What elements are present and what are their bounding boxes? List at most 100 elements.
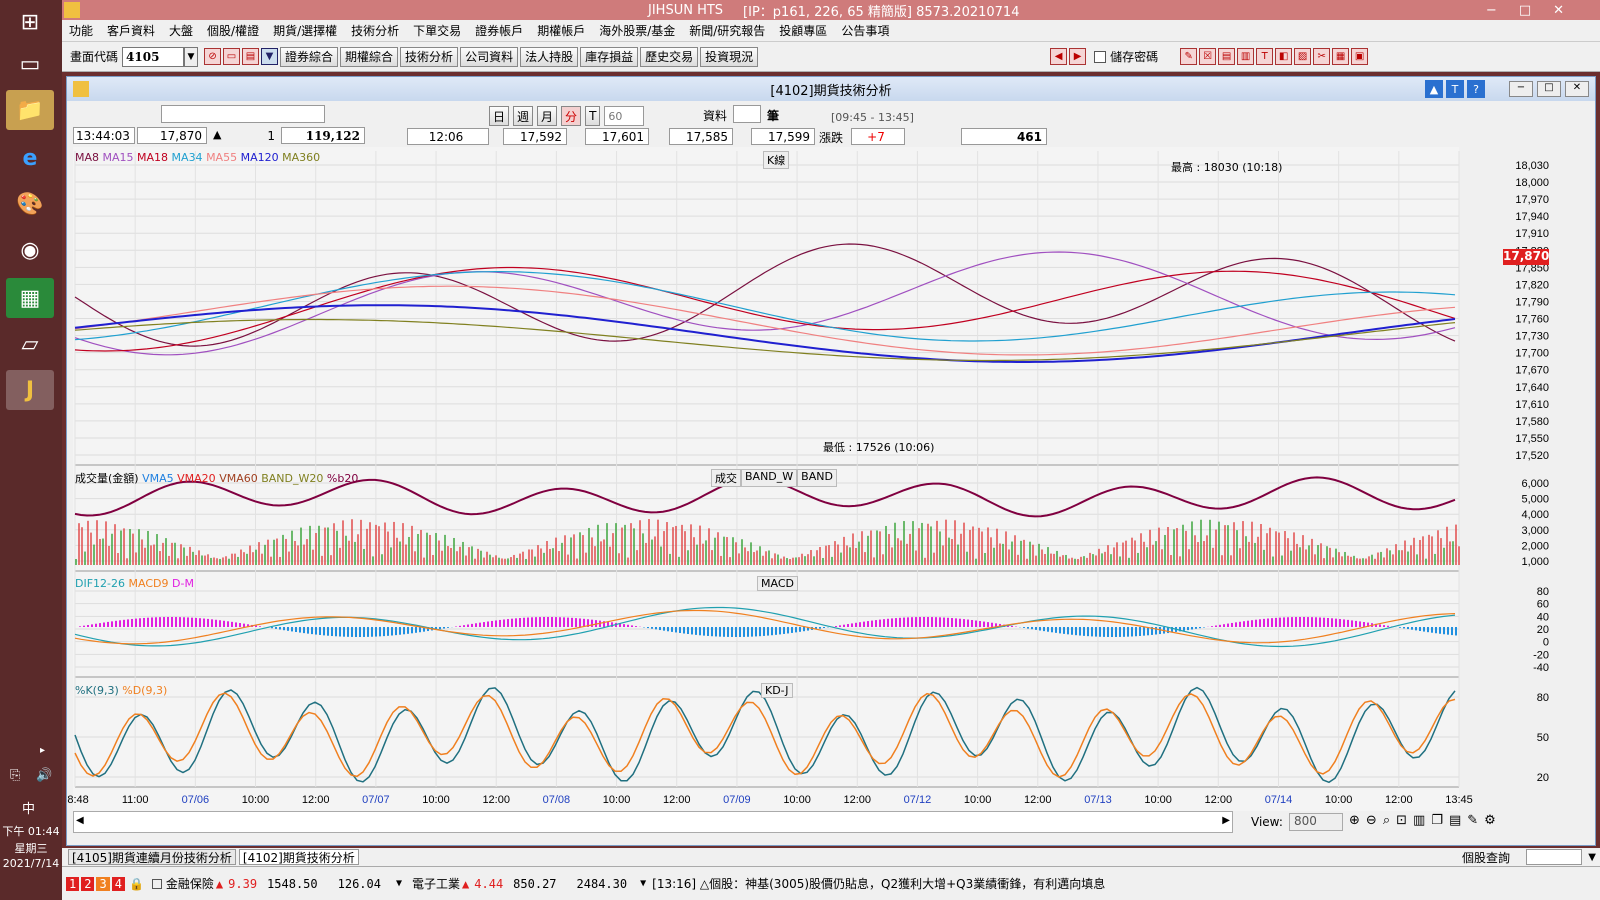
page-2[interactable]: 2 <box>81 876 95 891</box>
menu-overseas[interactable]: 海外股票/基金 <box>592 22 682 39</box>
menu-customer[interactable]: 客戶資料 <box>100 22 162 39</box>
data-count-input[interactable] <box>733 105 761 123</box>
draw-icon[interactable]: ✎ <box>1467 813 1478 828</box>
jihsun-app-icon[interactable]: J <box>6 370 54 410</box>
file-explorer-icon[interactable]: 📁 <box>6 90 54 130</box>
period-select[interactable]: 60 <box>604 106 645 126</box>
menu-announcement[interactable]: 公告事項 <box>834 22 896 39</box>
table-icon[interactable]: ▤ <box>1449 813 1461 828</box>
tool-icon-8[interactable]: ✂ <box>1313 48 1331 65</box>
kline-panel-label[interactable]: K線 <box>763 151 790 169</box>
btn-technical-analysis[interactable]: 技術分析 <box>400 46 459 67</box>
fit-icon[interactable]: ⊡ <box>1396 813 1407 828</box>
period-minute[interactable]: 分 <box>561 106 582 126</box>
tool-icon-4[interactable]: ▥ <box>1237 48 1255 65</box>
dropdown-icon[interactable]: ▼ <box>261 48 279 65</box>
copy-icon[interactable]: ❐ <box>1431 813 1443 828</box>
menu-futures[interactable]: 期貨/選擇權 <box>266 22 344 39</box>
internet-explorer-icon[interactable]: e <box>6 138 54 178</box>
tab-4105[interactable]: [4105]期貨連續月份技術分析 <box>68 849 236 865</box>
menu-function[interactable]: 功能 <box>62 22 100 39</box>
tool-icon-1[interactable]: ✎ <box>1180 48 1198 65</box>
arrow-right-icon[interactable]: ▶ <box>1069 48 1087 65</box>
btn-inventory-pnl[interactable]: 庫存損益 <box>580 46 639 67</box>
menu-advisor[interactable]: 投顧專區 <box>772 22 834 39</box>
network-icon[interactable]: ⎘ <box>10 768 20 783</box>
desktop-icon[interactable]: ▭ <box>6 44 54 84</box>
menu-stock[interactable]: 個股/權證 <box>200 22 266 39</box>
lock-icon[interactable]: 🔒 <box>129 877 144 891</box>
chevron-down-icon[interactable]: ▼ <box>184 46 199 67</box>
tool-icon-5[interactable]: T <box>1256 48 1274 65</box>
tool-icon-7[interactable]: ▨ <box>1294 48 1312 65</box>
menu-order[interactable]: 下單交易 <box>406 22 468 39</box>
maximize-icon[interactable]: □ <box>1537 81 1561 97</box>
minimize-icon[interactable]: − <box>1509 81 1533 97</box>
scroll-right-icon[interactable]: ▶ <box>1222 815 1230 826</box>
page-1[interactable]: 1 <box>66 876 80 891</box>
save-password-checkbox[interactable] <box>1094 50 1107 63</box>
arrow-left-icon[interactable]: ◀ <box>1050 48 1068 65</box>
scroll-left-icon[interactable]: ◀ <box>76 815 84 826</box>
volume-icon[interactable]: 🔊 <box>36 768 52 783</box>
macd-panel-label[interactable]: MACD <box>757 576 798 591</box>
zoom-in-icon[interactable]: ⊕ <box>1349 813 1360 828</box>
btn-securities-summary[interactable]: 證券綜合 <box>280 46 339 67</box>
menu-news[interactable]: 新聞/研究報告 <box>682 22 772 39</box>
volume-tag[interactable]: 成交 <box>711 469 741 487</box>
news-dropdown-icon[interactable]: ▼ <box>640 878 646 889</box>
tab-4102[interactable]: [4102]期貨技術分析 <box>238 849 359 865</box>
paint-icon[interactable]: 🎨 <box>6 184 54 224</box>
ticker-dropdown-icon[interactable]: ▼ <box>396 878 402 889</box>
band-tag[interactable]: BAND <box>797 469 837 487</box>
btn-investment-status[interactable]: 投資現況 <box>700 46 759 67</box>
sort-up-icon[interactable]: ▲ <box>1425 80 1443 98</box>
band-w-tag[interactable]: BAND_W <box>741 469 798 487</box>
indicator-icon[interactable]: ▥ <box>1413 813 1425 828</box>
btn-company-info[interactable]: 公司資料 <box>460 46 519 67</box>
chart-scrollbar[interactable]: ◀ ▶ <box>73 811 1233 833</box>
news-ticker[interactable]: [13:16] △個股：神基(3005)股價仍貼息，Q2獲利大增+Q3業績衝鋒，… <box>652 875 1105 892</box>
page-3[interactable]: 3 <box>96 876 110 891</box>
btn-options-summary[interactable]: 期權綜合 <box>340 46 399 67</box>
kd-panel-label[interactable]: KD-J <box>761 683 793 698</box>
tool-icon-9[interactable]: ▦ <box>1332 48 1350 65</box>
btn-history-trades[interactable]: 歷史交易 <box>640 46 699 67</box>
btn-institutional[interactable]: 法人持股 <box>520 46 579 67</box>
window-icon[interactable]: ▭ <box>223 48 241 65</box>
tray-expand-icon[interactable]: ▸ <box>40 745 45 756</box>
chrome-icon[interactable]: ◉ <box>6 230 54 270</box>
window-controls[interactable]: −□✕ <box>1486 3 1586 18</box>
period-day[interactable]: 日 <box>489 106 510 126</box>
period-month[interactable]: 月 <box>537 106 558 126</box>
settings-icon[interactable]: ⚙ <box>1484 813 1496 828</box>
menu-securities-account[interactable]: 證券帳戶 <box>468 22 530 39</box>
page-4[interactable]: 4 <box>111 876 125 891</box>
notes-icon[interactable]: ▱ <box>6 324 54 364</box>
period-tick[interactable]: T <box>585 106 601 126</box>
menu-options-account[interactable]: 期權帳戶 <box>530 22 592 39</box>
magnifier-icon[interactable]: ⌕ <box>1383 813 1390 828</box>
search-icon[interactable]: ⊘ <box>204 48 222 65</box>
menu-technical[interactable]: 技術分析 <box>344 22 406 39</box>
period-week[interactable]: 週 <box>513 106 534 126</box>
tool-icon-2[interactable]: ☒ <box>1199 48 1217 65</box>
ime-indicator[interactable]: 中 <box>22 798 35 817</box>
ticker-checkbox[interactable] <box>151 878 162 889</box>
stock-query-input[interactable] <box>1526 849 1582 865</box>
close-icon[interactable]: ✕ <box>1565 81 1589 97</box>
code-input[interactable]: 4105 <box>122 46 185 67</box>
windows-start-icon[interactable]: ⊞ <box>6 2 54 42</box>
spreadsheet-icon[interactable]: ▦ <box>6 278 54 318</box>
query-dropdown-icon[interactable]: ▼ <box>1588 852 1596 863</box>
zoom-out-icon[interactable]: ⊖ <box>1366 813 1377 828</box>
chart-icon[interactable]: ▤ <box>242 48 260 65</box>
symbol-search-input[interactable] <box>161 105 325 123</box>
tool-icon-6[interactable]: ◧ <box>1275 48 1293 65</box>
menu-market[interactable]: 大盤 <box>162 22 200 39</box>
tool-icon-10[interactable]: ▣ <box>1351 48 1369 65</box>
tool-icon-3[interactable]: ▤ <box>1218 48 1236 65</box>
view-input[interactable]: 800 <box>1289 813 1343 831</box>
text-icon[interactable]: T <box>1446 80 1464 98</box>
help-icon[interactable]: ? <box>1467 80 1485 98</box>
